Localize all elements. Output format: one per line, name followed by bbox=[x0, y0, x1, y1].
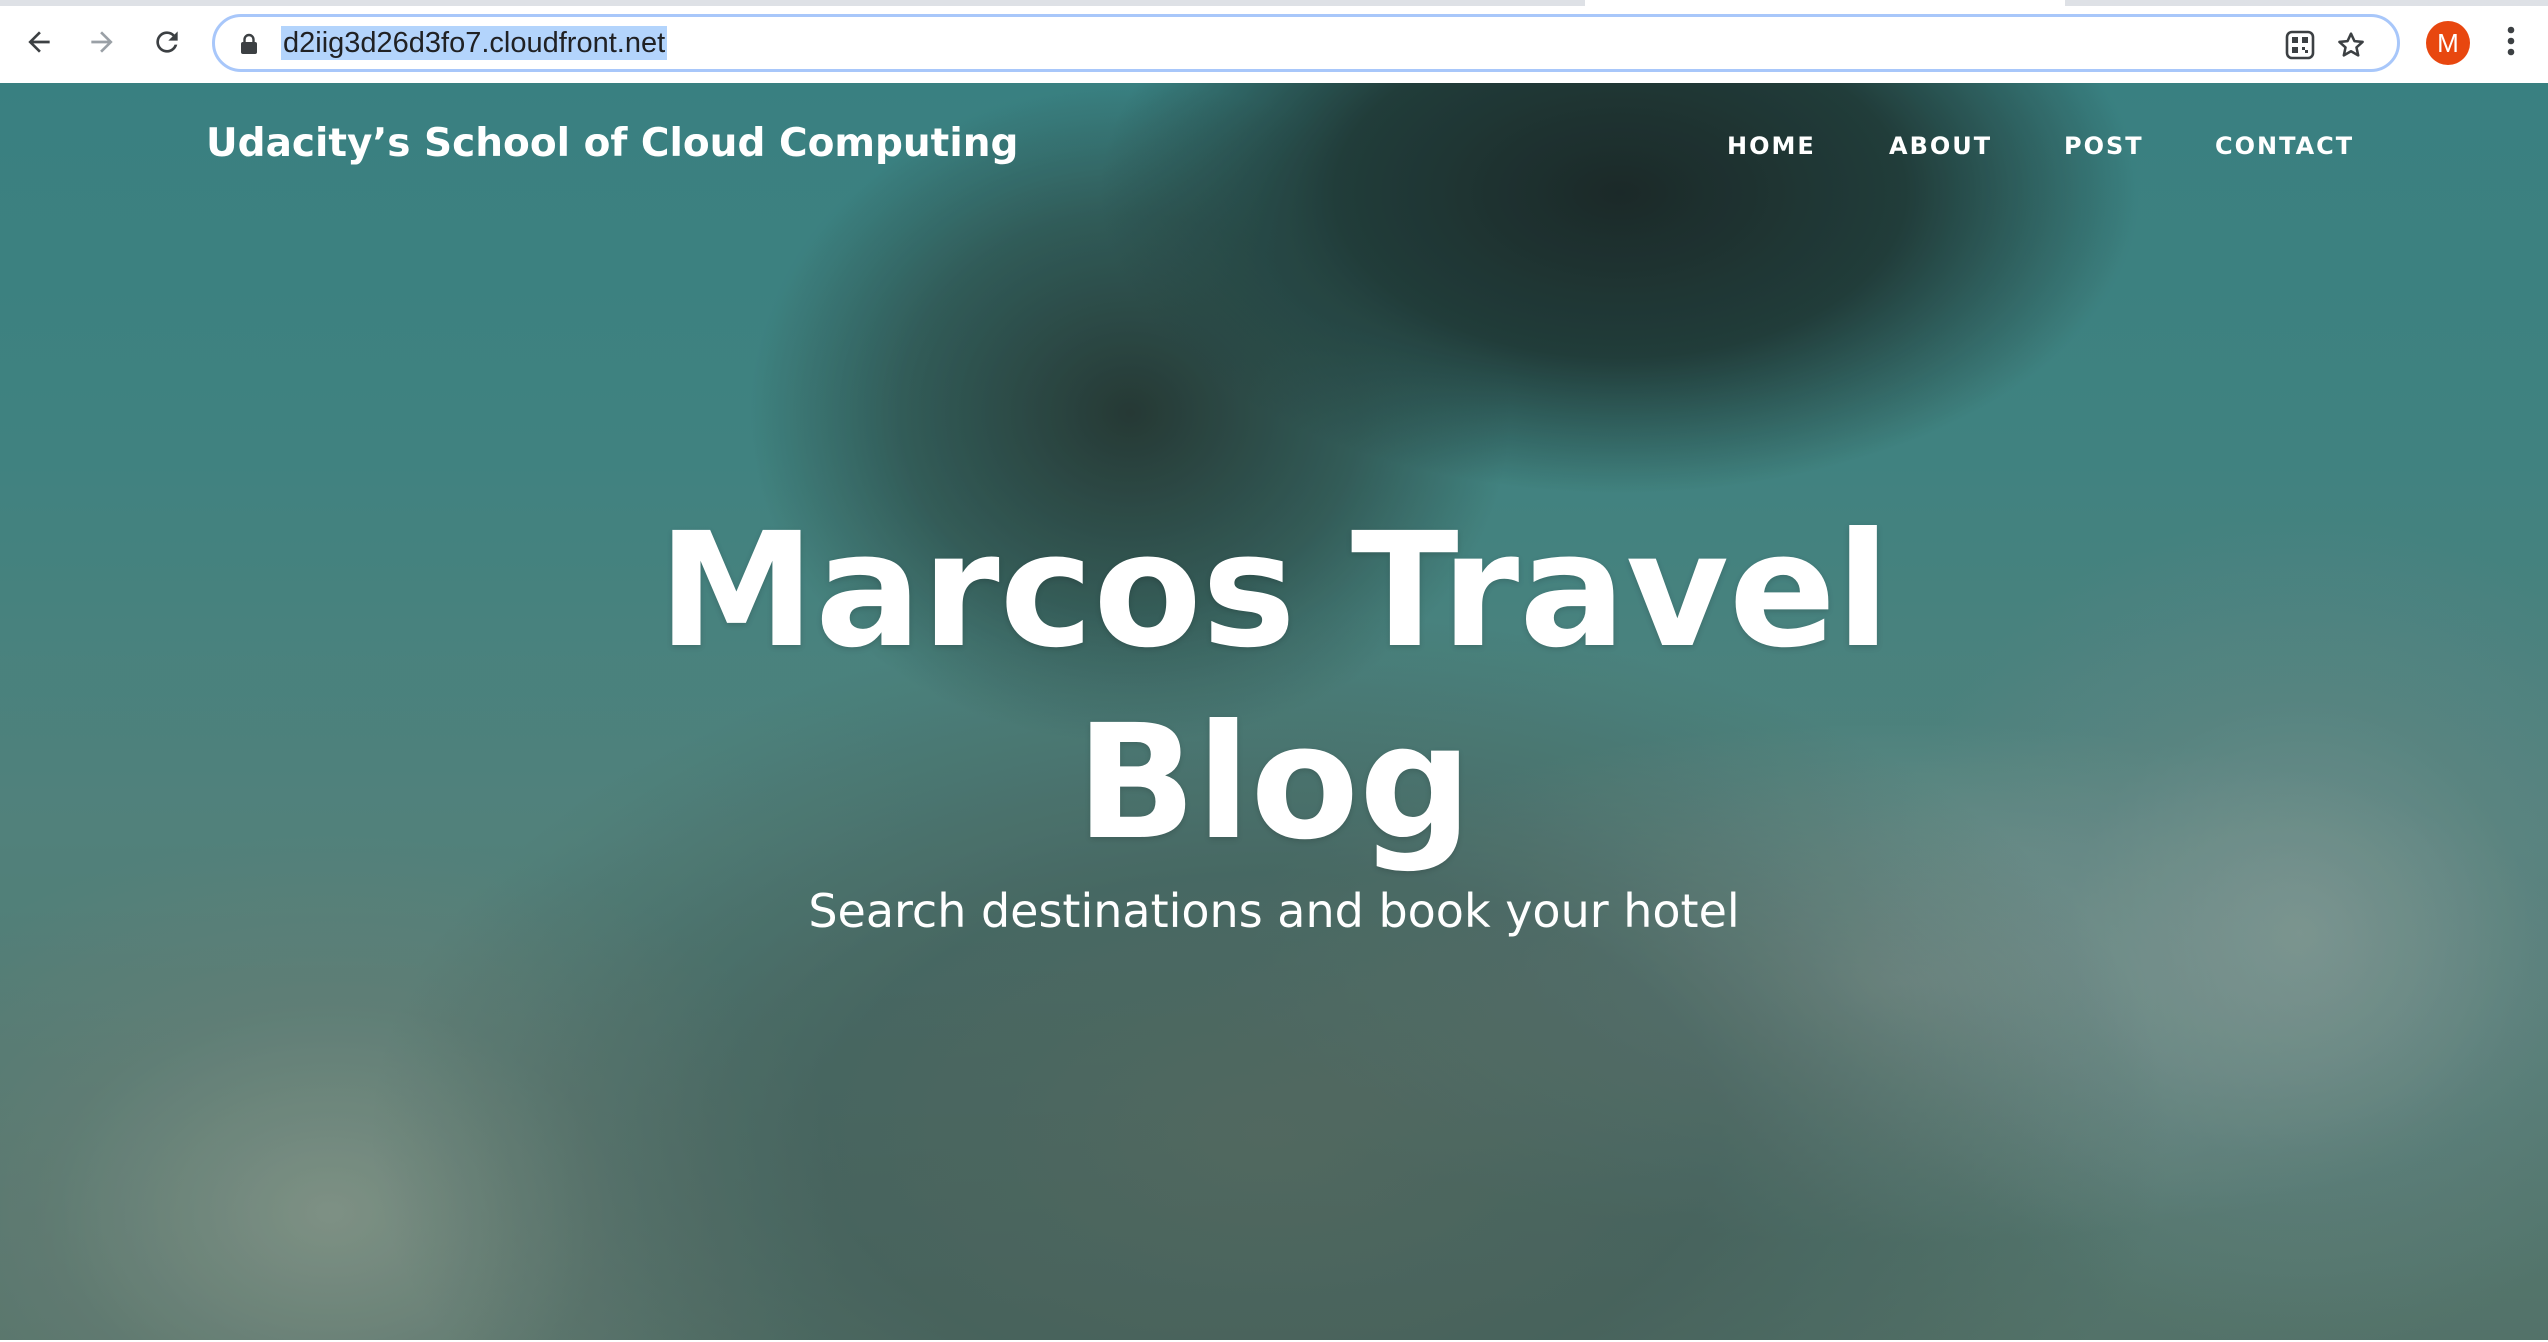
browser-toolbar: d2iig3d26d3fo7.cloudfront.net M bbox=[0, 0, 2548, 83]
arrow-right-icon bbox=[86, 26, 118, 58]
lock-icon[interactable] bbox=[239, 33, 259, 59]
star-icon[interactable] bbox=[2333, 27, 2369, 63]
active-tab[interactable] bbox=[1585, 0, 2065, 6]
forward-button[interactable] bbox=[78, 18, 126, 66]
url-text[interactable]: d2iig3d26d3fo7.cloudfront.net bbox=[281, 26, 668, 60]
hero-title: Marcos Travel Blog bbox=[657, 499, 1891, 875]
page-viewport: Udacity’s School of Cloud Computing HOME… bbox=[0, 83, 2548, 1340]
arrow-left-icon bbox=[23, 26, 55, 58]
qr-code-icon[interactable] bbox=[2282, 27, 2318, 63]
browser-menu-button[interactable] bbox=[2496, 22, 2526, 64]
reload-icon bbox=[151, 26, 183, 58]
address-bar[interactable]: d2iig3d26d3fo7.cloudfront.net bbox=[212, 14, 2400, 72]
vertical-dots-icon bbox=[2507, 26, 2515, 60]
site-brand-link[interactable]: Udacity’s School of Cloud Computing bbox=[206, 119, 1018, 169]
reload-button[interactable] bbox=[143, 18, 191, 66]
nav-link-about[interactable]: ABOUT bbox=[1889, 131, 1992, 161]
tab-strip bbox=[0, 0, 2548, 6]
nav-link-home[interactable]: HOME bbox=[1727, 131, 1816, 161]
site-navbar: Udacity’s School of Cloud Computing HOME… bbox=[0, 83, 2548, 213]
back-button[interactable] bbox=[15, 18, 63, 66]
profile-avatar[interactable]: M bbox=[2426, 21, 2470, 65]
nav-link-post[interactable]: POST bbox=[2064, 131, 2144, 161]
hero-subtitle: Search destinations and book your hotel bbox=[808, 884, 1740, 938]
nav-link-contact[interactable]: CONTACT bbox=[2215, 131, 2354, 161]
